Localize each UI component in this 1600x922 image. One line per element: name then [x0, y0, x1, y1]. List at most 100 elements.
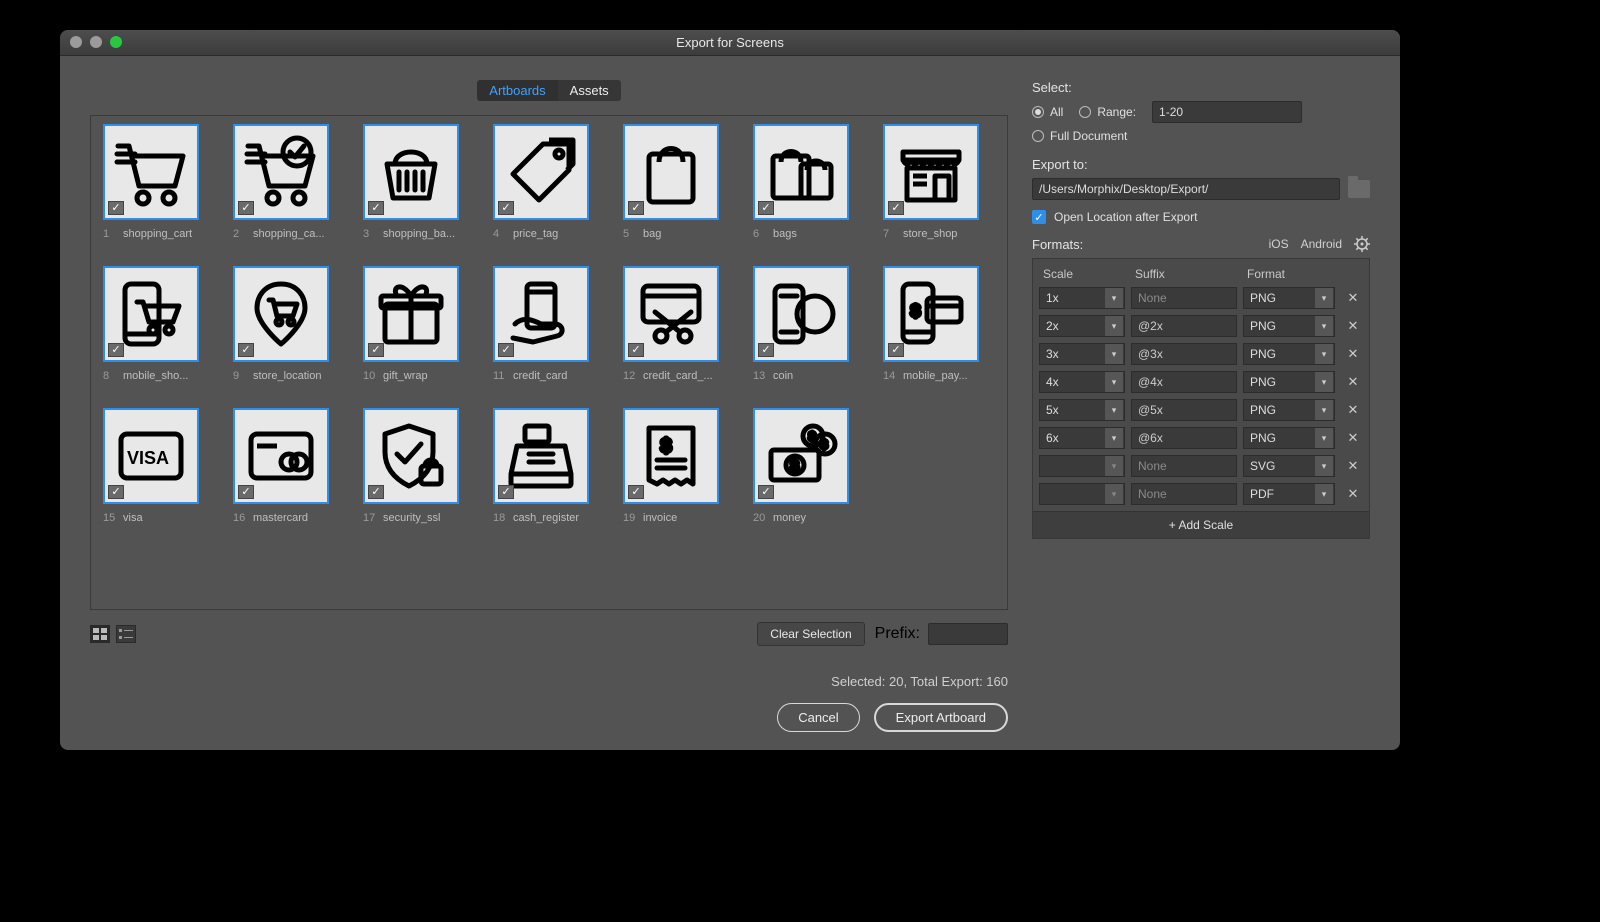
- artboard-cell[interactable]: 13 coin: [753, 266, 865, 382]
- suffix-input[interactable]: None: [1131, 483, 1237, 505]
- suffix-input[interactable]: @5x: [1131, 399, 1237, 421]
- scale-dropdown[interactable]: 2x: [1039, 315, 1125, 337]
- artboard-thumbnail[interactable]: [363, 266, 459, 362]
- suffix-input[interactable]: @4x: [1131, 371, 1237, 393]
- window-zoom-button[interactable]: [110, 36, 122, 48]
- artboard-cell[interactable]: 7 store_shop: [883, 124, 995, 240]
- artboard-thumbnail[interactable]: [233, 124, 329, 220]
- artboard-selected-checkbox[interactable]: [628, 485, 644, 499]
- range-input[interactable]: [1152, 101, 1302, 123]
- artboard-selected-checkbox[interactable]: [498, 201, 514, 215]
- artboard-selected-checkbox[interactable]: [238, 343, 254, 357]
- artboard-cell[interactable]: 5 bag: [623, 124, 735, 240]
- remove-format-button[interactable]: ✕: [1341, 486, 1365, 502]
- scale-dropdown[interactable]: 5x: [1039, 399, 1125, 421]
- artboard-thumbnail[interactable]: [753, 408, 849, 504]
- artboard-cell[interactable]: 2 shopping_ca...: [233, 124, 345, 240]
- remove-format-button[interactable]: ✕: [1341, 290, 1365, 306]
- artboard-thumbnail[interactable]: [233, 408, 329, 504]
- add-scale-button[interactable]: + Add Scale: [1033, 511, 1369, 538]
- artboard-thumbnail[interactable]: [103, 266, 199, 362]
- artboard-selected-checkbox[interactable]: [888, 343, 904, 357]
- window-minimize-button[interactable]: [90, 36, 102, 48]
- artboard-thumbnail[interactable]: [493, 266, 589, 362]
- remove-format-button[interactable]: ✕: [1341, 374, 1365, 390]
- preset-ios-link[interactable]: iOS: [1269, 237, 1289, 251]
- format-dropdown[interactable]: PNG: [1243, 371, 1335, 393]
- artboard-thumbnail[interactable]: [103, 408, 199, 504]
- radio-full-document[interactable]: Full Document: [1032, 129, 1127, 143]
- artboard-selected-checkbox[interactable]: [888, 201, 904, 215]
- artboard-thumbnail[interactable]: [753, 266, 849, 362]
- artboard-cell[interactable]: 6 bags: [753, 124, 865, 240]
- artboard-cell[interactable]: 4 price_tag: [493, 124, 605, 240]
- artboard-selected-checkbox[interactable]: [238, 485, 254, 499]
- formats-settings-button[interactable]: [1354, 236, 1370, 252]
- artboard-cell[interactable]: 14 mobile_pay...: [883, 266, 995, 382]
- artboard-thumbnail[interactable]: [363, 124, 459, 220]
- artboard-thumbnail[interactable]: [493, 408, 589, 504]
- artboard-selected-checkbox[interactable]: [498, 343, 514, 357]
- artboard-thumbnail[interactable]: [493, 124, 589, 220]
- artboard-selected-checkbox[interactable]: [758, 343, 774, 357]
- artboard-selected-checkbox[interactable]: [368, 201, 384, 215]
- artboard-cell[interactable]: 20 money: [753, 408, 865, 524]
- artboard-cell[interactable]: 9 store_location: [233, 266, 345, 382]
- artboard-thumbnail[interactable]: [363, 408, 459, 504]
- artboard-selected-checkbox[interactable]: [758, 201, 774, 215]
- suffix-input[interactable]: None: [1131, 455, 1237, 477]
- format-dropdown[interactable]: PNG: [1243, 343, 1335, 365]
- view-list-button[interactable]: [116, 625, 136, 643]
- format-dropdown[interactable]: PNG: [1243, 399, 1335, 421]
- export-artboard-button[interactable]: Export Artboard: [874, 703, 1008, 732]
- artboard-cell[interactable]: 16 mastercard: [233, 408, 345, 524]
- radio-range[interactable]: Range:: [1079, 105, 1136, 119]
- open-location-checkbox[interactable]: ✓: [1032, 210, 1046, 224]
- artboard-thumbnail[interactable]: [753, 124, 849, 220]
- artboard-cell[interactable]: 10 gift_wrap: [363, 266, 475, 382]
- artboard-selected-checkbox[interactable]: [108, 343, 124, 357]
- artboard-cell[interactable]: 8 mobile_sho...: [103, 266, 215, 382]
- artboard-thumbnail[interactable]: [623, 266, 719, 362]
- artboard-cell[interactable]: 17 security_ssl: [363, 408, 475, 524]
- artboard-selected-checkbox[interactable]: [108, 485, 124, 499]
- artboard-selected-checkbox[interactable]: [368, 343, 384, 357]
- artboard-cell[interactable]: 15 visa: [103, 408, 215, 524]
- remove-format-button[interactable]: ✕: [1341, 430, 1365, 446]
- suffix-input[interactable]: @6x: [1131, 427, 1237, 449]
- artboard-thumbnail[interactable]: [623, 408, 719, 504]
- preset-android-link[interactable]: Android: [1301, 237, 1342, 251]
- remove-format-button[interactable]: ✕: [1341, 346, 1365, 362]
- artboard-thumbnail[interactable]: [233, 266, 329, 362]
- view-grid-button[interactable]: [90, 625, 110, 643]
- cancel-button[interactable]: Cancel: [777, 703, 859, 732]
- artboard-selected-checkbox[interactable]: [628, 343, 644, 357]
- artboard-thumbnail[interactable]: [883, 124, 979, 220]
- remove-format-button[interactable]: ✕: [1341, 458, 1365, 474]
- remove-format-button[interactable]: ✕: [1341, 318, 1365, 334]
- artboard-cell[interactable]: 11 credit_card: [493, 266, 605, 382]
- remove-format-button[interactable]: ✕: [1341, 402, 1365, 418]
- artboard-selected-checkbox[interactable]: [108, 201, 124, 215]
- format-dropdown[interactable]: PNG: [1243, 315, 1335, 337]
- artboard-cell[interactable]: 18 cash_register: [493, 408, 605, 524]
- scale-dropdown[interactable]: [1039, 483, 1125, 505]
- scale-dropdown[interactable]: [1039, 455, 1125, 477]
- format-dropdown[interactable]: SVG: [1243, 455, 1335, 477]
- window-close-button[interactable]: [70, 36, 82, 48]
- artboard-selected-checkbox[interactable]: [628, 201, 644, 215]
- artboard-cell[interactable]: 1 shopping_cart: [103, 124, 215, 240]
- format-dropdown[interactable]: PDF: [1243, 483, 1335, 505]
- tab-assets[interactable]: Assets: [558, 80, 621, 101]
- artboard-cell[interactable]: 19 invoice: [623, 408, 735, 524]
- format-dropdown[interactable]: PNG: [1243, 427, 1335, 449]
- artboard-selected-checkbox[interactable]: [758, 485, 774, 499]
- artboard-selected-checkbox[interactable]: [368, 485, 384, 499]
- artboard-selected-checkbox[interactable]: [498, 485, 514, 499]
- artboard-cell[interactable]: 12 credit_card_...: [623, 266, 735, 382]
- scale-dropdown[interactable]: 6x: [1039, 427, 1125, 449]
- artboard-thumbnail[interactable]: [883, 266, 979, 362]
- artboard-thumbnail[interactable]: [103, 124, 199, 220]
- tab-artboards[interactable]: Artboards: [477, 80, 557, 101]
- scale-dropdown[interactable]: 3x: [1039, 343, 1125, 365]
